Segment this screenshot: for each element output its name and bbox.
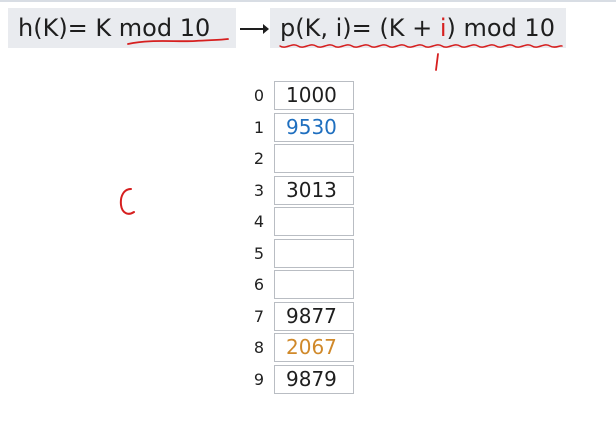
slot-index: 1: [253, 117, 265, 137]
slot-index: 5: [253, 243, 265, 263]
slot-cell: 3013: [274, 175, 354, 205]
c-scribble: [119, 188, 135, 215]
slot-cell: 9530: [274, 112, 354, 142]
arrow-right-icon: [240, 24, 269, 34]
slot-cell: [274, 238, 354, 268]
slot-index: 2: [253, 149, 265, 168]
slot-cell: 9879: [274, 364, 354, 394]
tick-mark: [435, 53, 439, 71]
slot-cell: [274, 144, 354, 173]
slot-index: 9: [253, 369, 265, 389]
slot-index: 3: [253, 180, 265, 200]
probe-function-suffix: ) mod 10: [446, 14, 555, 42]
hash-function-formula: h(K)= K mod 10: [8, 8, 236, 48]
slot-cell: 9877: [274, 301, 354, 331]
probe-function-prefix: p(K, i)= (K +: [280, 14, 440, 42]
probe-function-formula: p(K, i)= (K + i) mod 10: [270, 8, 566, 48]
slot-index: 6: [253, 275, 265, 294]
slot-index: 8: [253, 338, 265, 357]
slot-cell: [274, 207, 354, 236]
canvas: h(K)= K mod 10 p(K, i)= (K + i) mod 10 0…: [0, 0, 616, 429]
slot-index: 7: [253, 306, 265, 326]
slot-cell: 1000: [274, 81, 354, 110]
top-border: [0, 0, 616, 2]
slot-cell: 2067: [274, 333, 354, 362]
slot-cell: [274, 270, 354, 299]
slot-index: 0: [253, 86, 265, 105]
hash-function-text: h(K)= K mod 10: [18, 14, 211, 42]
slot-index: 4: [253, 212, 265, 231]
probe-function-i: i: [439, 14, 447, 42]
